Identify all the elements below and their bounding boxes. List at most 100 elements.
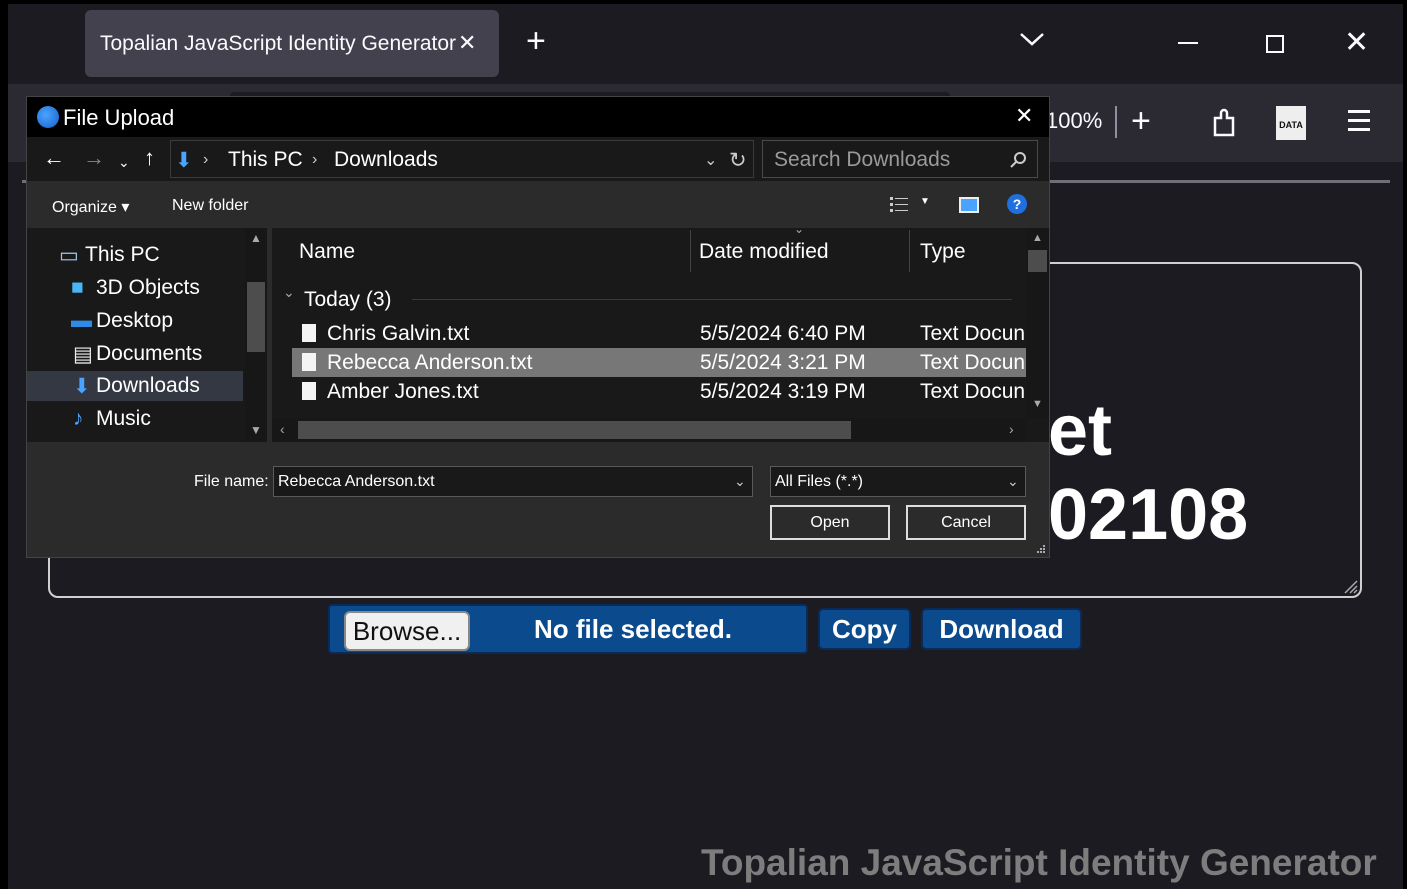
up-arrow-icon[interactable]: ↑ (144, 147, 155, 169)
extensions-icon[interactable] (1211, 108, 1239, 138)
group-divider (412, 299, 1012, 300)
resize-grip-icon[interactable] (1342, 578, 1358, 594)
browser-tab[interactable]: Topalian JavaScript Identity Generator ✕ (85, 10, 499, 77)
column-name[interactable]: Name (272, 228, 690, 274)
nav-item-label: Music (96, 407, 151, 430)
data-extension-icon[interactable]: DATA (1276, 106, 1306, 140)
dialog-nav-row: ← → ⌄ ↑ ⬇ › This PC › Downloads ⌄ ↻ Sear… (27, 137, 1049, 181)
file-list-vertical-scrollbar[interactable]: ▲ ▼ (1026, 228, 1049, 418)
file-row[interactable]: Amber Jones.txt 5/5/2024 3:19 PM Text Do… (292, 377, 1026, 406)
identity-text-line-1: et (1048, 391, 1113, 471)
dialog-command-bar: Organize ▾ New folder ▼ ? (27, 183, 1049, 227)
tab-title: Topalian JavaScript Identity Generator (100, 32, 457, 55)
search-placeholder: Search Downloads (774, 148, 951, 171)
breadcrumb-this-pc[interactable]: This PC (228, 148, 303, 172)
file-name-value: Rebecca Anderson.txt (278, 473, 435, 490)
breadcrumb-downloads[interactable]: Downloads (334, 148, 438, 172)
scroll-up-icon[interactable]: ▲ (1032, 232, 1043, 244)
scroll-down-icon[interactable]: ▼ (250, 423, 262, 437)
scroll-thumb[interactable] (1028, 250, 1047, 272)
file-name-input[interactable]: Rebecca Anderson.txt ⌄ (273, 466, 753, 497)
zoom-level[interactable]: 100% (1046, 108, 1102, 134)
address-dropdown-icon[interactable]: ⌄ (704, 150, 717, 170)
file-name: Rebecca Anderson.txt (327, 351, 533, 374)
file-row[interactable]: Chris Galvin.txt 5/5/2024 6:40 PM Text D… (292, 319, 1026, 348)
nav-item-label: Desktop (96, 309, 174, 332)
cancel-button[interactable]: Cancel (906, 505, 1026, 540)
search-icon (1010, 152, 1026, 168)
file-input[interactable]: Browse... No file selected. (328, 604, 808, 654)
dialog-title: File Upload (63, 105, 175, 130)
scroll-down-icon[interactable]: ▼ (1032, 398, 1043, 410)
file-type: Text Docun (920, 322, 1026, 345)
dialog-close-icon[interactable]: ✕ (1015, 103, 1033, 129)
file-row-selected[interactable]: Rebecca Anderson.txt 5/5/2024 3:21 PM Te… (292, 348, 1026, 377)
zoom-in-button[interactable]: + (1131, 104, 1151, 138)
scroll-thumb[interactable] (247, 282, 265, 352)
file-date: 5/5/2024 3:21 PM (700, 351, 866, 374)
new-tab-button[interactable]: + (526, 24, 546, 58)
file-name: Chris Galvin.txt (327, 322, 470, 345)
back-arrow-icon[interactable]: ← (43, 147, 65, 169)
group-header[interactable]: Today (3) (304, 288, 392, 312)
column-date-modified[interactable]: Date modified (691, 228, 909, 274)
download-button[interactable]: Download (921, 608, 1082, 650)
file-type-select[interactable]: All Files (*.*) ⌄ (770, 466, 1026, 497)
dialog-resize-grip-icon[interactable] (1035, 543, 1047, 555)
download-icon: ⬇ (73, 375, 91, 398)
nav-item-3d-objects[interactable]: ■ 3D Objects (27, 273, 243, 303)
organize-menu[interactable]: Organize ▾ (52, 197, 129, 217)
scroll-left-icon[interactable]: ‹ (280, 421, 285, 437)
minimize-icon[interactable] (1178, 42, 1198, 44)
cube-icon: ■ (71, 276, 84, 299)
navigation-pane: ▭ This PC ■ 3D Objects ▬ Desktop ▤ Docum… (27, 228, 267, 442)
document-icon: ▤ (73, 343, 93, 366)
recent-locations-chevron-icon[interactable]: ⌄ (118, 151, 130, 173)
address-bar[interactable]: ⬇ › This PC › Downloads ⌄ ↻ (170, 140, 754, 178)
chevron-down-icon[interactable]: ⌄ (1007, 473, 1019, 490)
copy-button[interactable]: Copy (818, 608, 911, 650)
change-view-icon[interactable] (889, 195, 909, 213)
nav-item-documents[interactable]: ▤ Documents (27, 339, 243, 369)
group-collapse-icon[interactable]: ⌄ (283, 284, 295, 301)
preview-pane-icon[interactable] (959, 197, 979, 213)
file-list-horizontal-scrollbar[interactable]: ‹ › (272, 418, 1026, 442)
nav-item-label: This PC (85, 243, 160, 266)
nav-item-desktop[interactable]: ▬ Desktop (27, 306, 243, 336)
window-close-icon[interactable]: ✕ (1344, 28, 1369, 58)
chevron-down-icon[interactable]: ⌄ (734, 473, 746, 490)
file-list: Name ⌄ Date modified Type ⌄ Today (3) Ch… (272, 222, 1049, 442)
refresh-icon[interactable]: ↻ (729, 148, 747, 173)
desktop-icon: ▬ (71, 309, 92, 332)
nav-pane-scrollbar[interactable]: ▲ ▼ (245, 228, 267, 442)
nav-item-music[interactable]: ♪ Music (27, 404, 243, 434)
computer-icon: ▭ (59, 244, 79, 267)
nav-item-downloads[interactable]: ⬇ Downloads (27, 371, 243, 401)
nav-item-label: Documents (96, 342, 203, 365)
forward-arrow-icon[interactable]: → (83, 147, 105, 169)
file-type: Text Docun (920, 380, 1026, 403)
search-downloads-input[interactable]: Search Downloads (762, 140, 1038, 178)
list-tabs-icon[interactable] (1019, 26, 1045, 52)
column-type[interactable]: Type (910, 228, 1026, 274)
new-folder-button[interactable]: New folder (172, 197, 248, 215)
file-type-value: All Files (*.*) (775, 473, 864, 490)
help-icon[interactable]: ? (1007, 194, 1027, 214)
hamburger-menu-icon[interactable] (1348, 110, 1370, 137)
nav-item-label: Downloads (96, 374, 200, 397)
browse-button[interactable]: Browse... (344, 611, 470, 651)
open-button[interactable]: Open (770, 505, 890, 540)
maximize-icon[interactable] (1266, 35, 1284, 53)
column-date-label: Date modified (699, 240, 829, 263)
view-dropdown-icon[interactable]: ▼ (920, 196, 930, 207)
file-date: 5/5/2024 3:19 PM (700, 380, 866, 403)
text-file-icon (302, 324, 316, 342)
scroll-right-icon[interactable]: › (1009, 421, 1014, 437)
tab-close-icon[interactable]: ✕ (458, 30, 476, 56)
download-location-icon: ⬇ (175, 149, 193, 172)
scroll-thumb[interactable] (298, 421, 851, 439)
nav-item-this-pc[interactable]: ▭ This PC (27, 240, 243, 270)
file-upload-dialog: File Upload ✕ ← → ⌄ ↑ ⬇ › This PC › Down… (27, 97, 1049, 557)
music-icon: ♪ (73, 407, 84, 430)
scroll-up-icon[interactable]: ▲ (250, 231, 262, 245)
